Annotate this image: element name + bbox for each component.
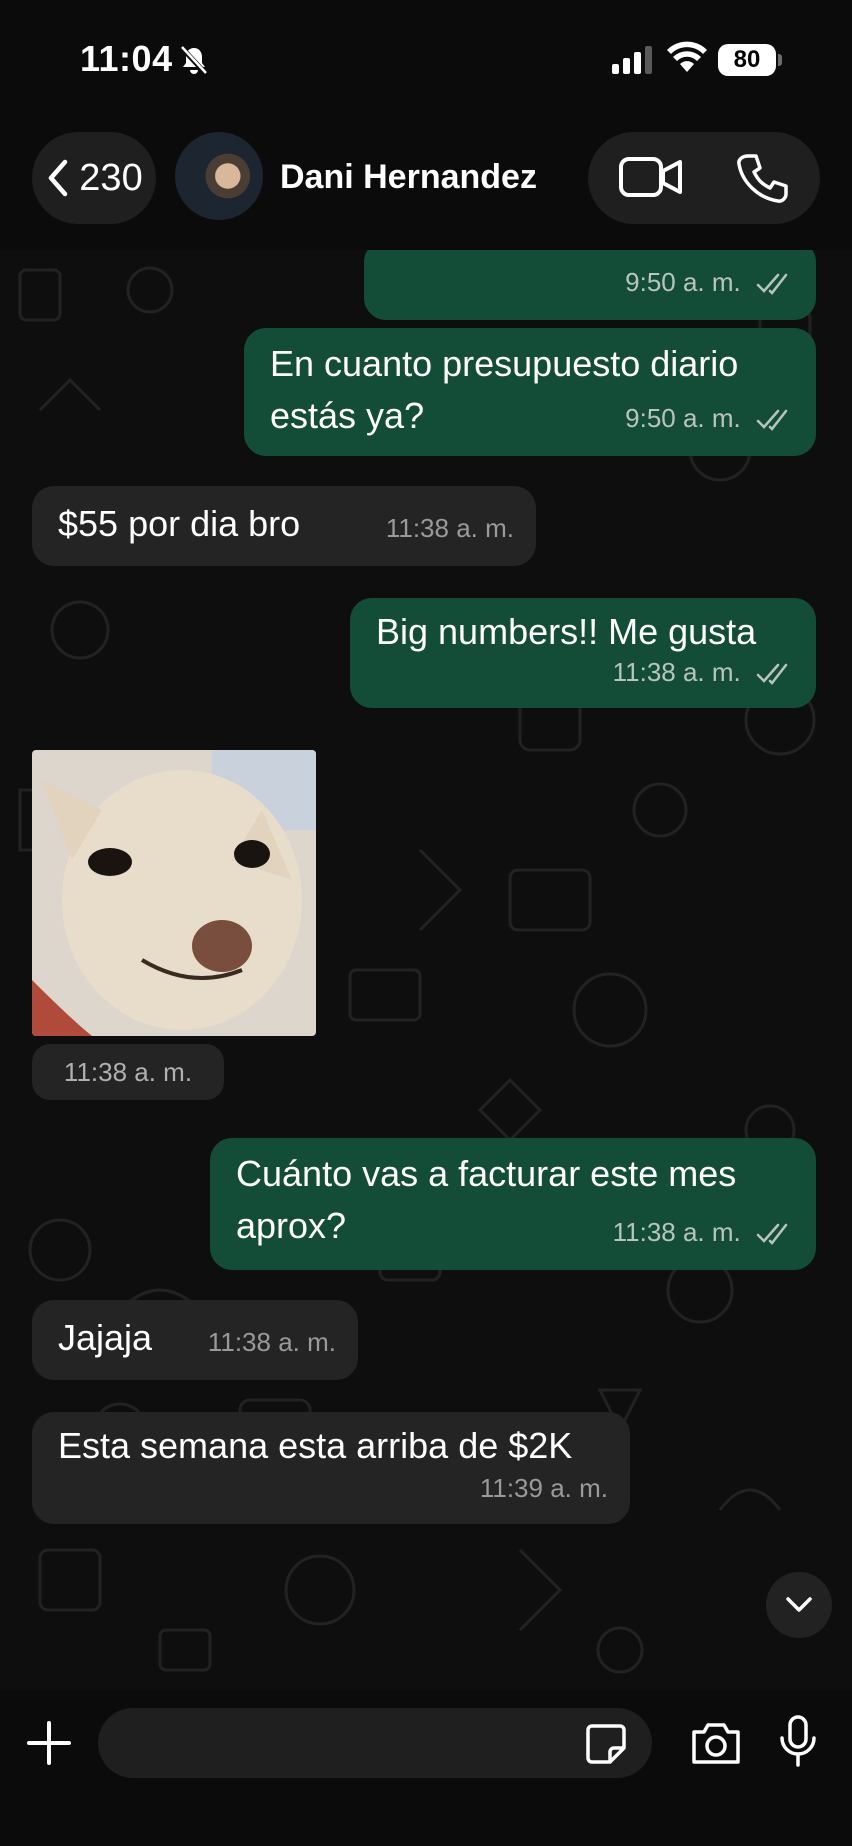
bell-muted-icon xyxy=(180,46,208,76)
wifi-icon xyxy=(667,41,707,72)
message-time: 11:38 a. m. xyxy=(612,1217,741,1247)
incoming-message[interactable]: Esta semana esta arriba de $2K 11:39 a. … xyxy=(32,1412,630,1524)
call-actions xyxy=(588,132,820,224)
sticker-icon[interactable] xyxy=(584,1722,628,1766)
message-text: $55 por dia bro xyxy=(58,503,301,544)
chevron-left-icon xyxy=(49,159,68,197)
contact-name[interactable]: Dani Hernandez xyxy=(280,158,537,197)
dog-photo xyxy=(32,750,316,1036)
message-time: 11:38 a. m. xyxy=(612,657,741,687)
read-ticks-icon xyxy=(756,1223,788,1246)
status-time: 11:04 xyxy=(80,38,173,79)
scroll-to-bottom-button[interactable] xyxy=(766,1572,832,1638)
incoming-message[interactable]: $55 por dia bro 11:38 a. m. xyxy=(32,486,536,566)
phone-call-icon[interactable] xyxy=(736,152,788,204)
message-time: 9:50 a. m. xyxy=(625,267,741,297)
battery-tip xyxy=(778,54,782,66)
unread-count: 230 xyxy=(79,156,143,199)
message-time: 11:38 a. m. xyxy=(207,1327,336,1357)
battery-level: 80 xyxy=(718,44,776,76)
video-call-icon[interactable] xyxy=(618,154,684,200)
message-list[interactable]: 9:50 a. m. En cuanto presupuesto diario … xyxy=(0,250,852,1690)
message-text: Jajaja xyxy=(58,1317,153,1358)
incoming-message[interactable]: Jajaja 11:38 a. m. xyxy=(32,1300,358,1380)
plus-icon[interactable] xyxy=(26,1720,72,1766)
message-input[interactable] xyxy=(98,1708,652,1778)
read-ticks-icon xyxy=(756,273,788,296)
message-time: 11:38 a. m. xyxy=(385,513,514,543)
image-message[interactable] xyxy=(32,750,316,1036)
contact-avatar[interactable] xyxy=(175,132,263,220)
outgoing-message[interactable]: Big numbers!! Me gusta 11:38 a. m. xyxy=(350,598,816,708)
outgoing-message[interactable]: En cuanto presupuesto diario estás ya? 9… xyxy=(244,328,816,456)
message-time: 11:38 a. m. xyxy=(32,1044,224,1100)
chevron-down-icon xyxy=(786,1597,812,1612)
message-time: 9:50 a. m. xyxy=(625,403,741,433)
read-ticks-icon xyxy=(756,663,788,686)
microphone-icon[interactable] xyxy=(778,1714,818,1768)
read-ticks-icon xyxy=(756,409,788,432)
message-time: 11:39 a. m. xyxy=(479,1473,608,1503)
camera-icon[interactable] xyxy=(690,1720,742,1766)
cellular-signal-icon xyxy=(612,46,652,74)
back-button[interactable]: 230 xyxy=(32,132,156,224)
outgoing-message[interactable]: Cuánto vas a facturar este mes aprox? 11… xyxy=(210,1138,816,1270)
outgoing-message[interactable]: 9:50 a. m. xyxy=(364,250,816,320)
